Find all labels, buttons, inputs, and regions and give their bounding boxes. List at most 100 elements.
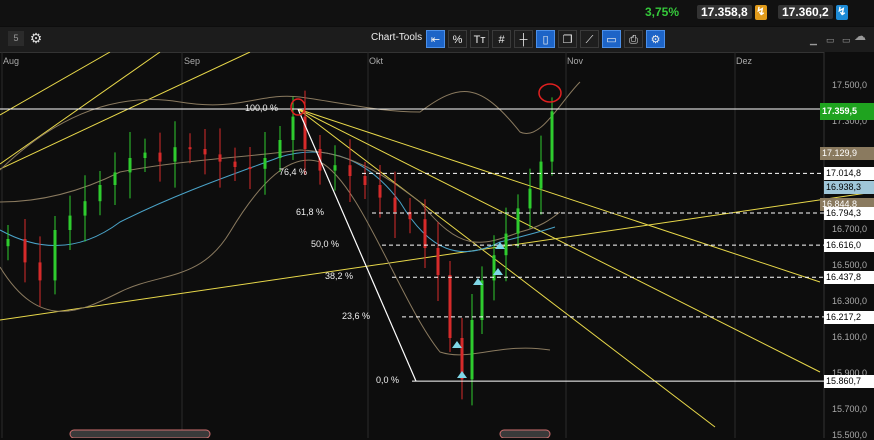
axis-tick: 16.700,0 <box>832 224 868 234</box>
candle <box>233 161 237 167</box>
candle <box>173 147 177 162</box>
candle-icon[interactable]: ▯ <box>536 30 555 48</box>
candle <box>333 165 337 171</box>
print-icon[interactable]: ⎙ <box>624 30 643 48</box>
candle <box>6 239 10 247</box>
candle <box>550 111 554 162</box>
text-icon[interactable]: Tт <box>470 30 489 48</box>
candle <box>203 149 207 155</box>
cloud-icon[interactable]: ☁ <box>854 30 866 42</box>
ask-price[interactable]: 17.360,2 ↯ <box>778 2 848 23</box>
month-label: Sep <box>184 56 201 66</box>
candle <box>68 215 72 230</box>
month-label: Okt <box>369 56 384 66</box>
scrollbar-thumb <box>499 429 551 438</box>
candle <box>188 147 192 150</box>
minimize-icon[interactable]: ▁ <box>810 36 817 45</box>
candle <box>291 116 295 140</box>
ask-bolt-icon: ↯ <box>835 5 848 21</box>
axis-tick: 16.500,0 <box>832 260 868 270</box>
candle <box>23 239 27 263</box>
scrollbar-thumb <box>69 429 211 438</box>
candle <box>393 197 397 212</box>
bid-bolt-icon: ↯ <box>754 5 767 21</box>
fib-level-label: 38,2 % <box>325 271 354 282</box>
price-tag: 16.794,3 <box>824 207 874 221</box>
candle <box>448 275 452 338</box>
price-tag: 17.129,9 <box>820 146 874 160</box>
peak-marker-circle <box>538 83 562 103</box>
axis-tick: 16.100,0 <box>832 332 868 342</box>
candle <box>158 152 162 162</box>
settings-icon[interactable]: ⚙ <box>646 30 665 48</box>
draw-trendline-icon[interactable]: ⟋ <box>580 30 599 48</box>
gear-icon[interactable]: ⚙ <box>28 30 44 47</box>
candle <box>113 172 117 185</box>
candle <box>278 140 282 158</box>
price-chart[interactable] <box>0 52 874 438</box>
candle <box>423 219 427 248</box>
bollinger-upper <box>0 81 581 171</box>
percent-change: 3,75% <box>645 5 680 19</box>
price-tag: 16.938,3 <box>824 181 874 195</box>
fib-level-label: 61,8 % <box>296 207 325 218</box>
candle <box>470 320 474 380</box>
price-tag: 17.014,8 <box>824 167 874 181</box>
axis-tick: 15.500,0 <box>832 430 868 440</box>
signal-triangle <box>457 371 467 378</box>
candle <box>504 233 508 256</box>
price-tag: 16.217,2 <box>824 310 874 324</box>
candle <box>38 262 42 281</box>
candle <box>83 201 87 216</box>
candle <box>378 185 382 198</box>
candle <box>98 185 102 202</box>
trendline <box>0 52 251 170</box>
candle <box>218 154 222 162</box>
trendline <box>297 108 821 283</box>
candle <box>263 158 267 169</box>
candle <box>348 165 352 176</box>
fib-level-label: 23,6 % <box>342 310 371 321</box>
bid-price[interactable]: 17.358,8 ↯ <box>697 2 767 23</box>
maximize-icon[interactable]: ▭ <box>842 36 851 45</box>
fib-level-label: 76,4 % <box>279 167 308 178</box>
axis-tick: 17.500,0 <box>832 80 868 90</box>
month-label: Dez <box>736 56 753 66</box>
fib-level-label: 0,0 % <box>376 375 400 386</box>
grid-icon[interactable]: # <box>492 30 511 48</box>
candle <box>539 161 543 189</box>
bid-value: 17.358,8 <box>697 5 752 19</box>
candle <box>528 188 532 209</box>
chart-tools-label: Chart-Tools <box>371 32 423 43</box>
crosshair-icon[interactable]: ┼ <box>514 30 533 48</box>
candle <box>436 248 440 275</box>
candle <box>363 176 367 185</box>
candle <box>248 167 252 169</box>
quote-bar: 3,75% 17.358,8 ↯ 17.360,2 ↯ <box>0 0 874 26</box>
percent-icon[interactable]: % <box>448 30 467 48</box>
fib-level-label: 50,0 % <box>311 239 340 250</box>
candle <box>53 230 57 281</box>
back-arrow-icon[interactable]: ⇤ <box>426 30 445 48</box>
bollinger-lower <box>0 159 551 356</box>
month-label: Nov <box>567 56 584 66</box>
candle <box>480 280 484 320</box>
ask-value: 17.360,2 <box>778 5 833 19</box>
layers-icon[interactable]: ❐ <box>558 30 577 48</box>
price-tag: 16.437,8 <box>824 271 874 285</box>
shape-icon[interactable]: ▭ <box>602 30 621 48</box>
axis-tick: 16.300,0 <box>832 296 868 306</box>
candle <box>516 208 520 234</box>
month-label: Aug <box>3 56 20 66</box>
page-indicator[interactable]: 5 <box>8 31 24 46</box>
fib-level-label: 100,0 % <box>245 103 279 114</box>
candle <box>128 158 132 173</box>
price-tag: 15.860,7 <box>824 375 874 389</box>
candle <box>143 152 147 158</box>
restore-icon[interactable]: ▭ <box>826 36 835 45</box>
price-tag: 17.359,5 <box>820 103 874 121</box>
trendline <box>297 108 821 373</box>
chart-toolbar: 5 ⚙ Chart-Tools ⇤% Tт # ┼ ▯ ❐ ⟋ ▭ ⎙ ⚙ ▁ ▭ ▭ ☁ <box>0 27 874 53</box>
candle <box>492 255 496 281</box>
price-tag: 16.616,0 <box>824 239 874 253</box>
